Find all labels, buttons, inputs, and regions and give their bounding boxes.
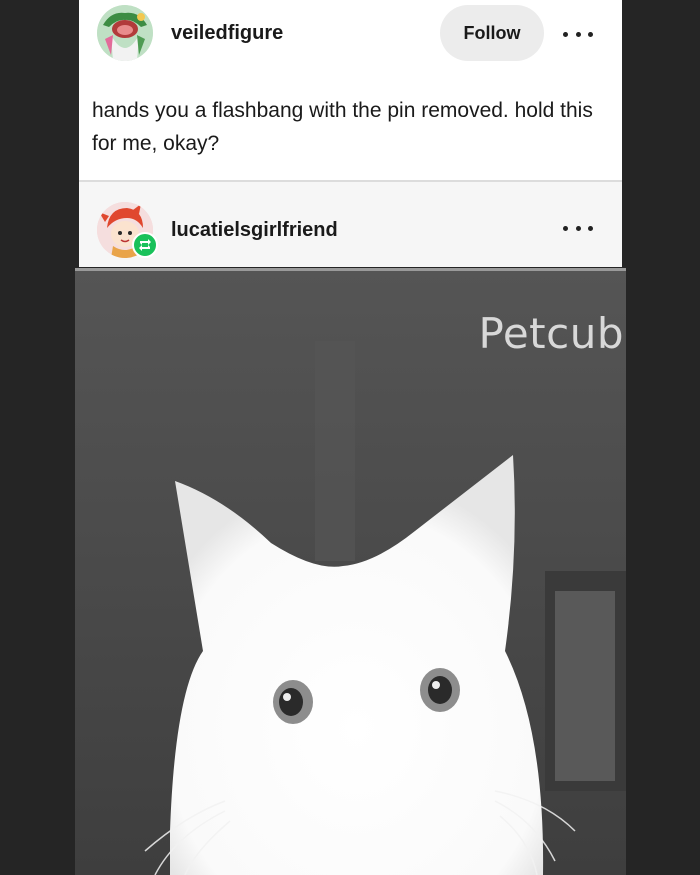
more-options-icon[interactable] <box>563 218 593 238</box>
reblog-header: lucatielsgirlfriend <box>79 180 622 267</box>
more-options-icon[interactable] <box>563 24 593 44</box>
post-header: veiledfigure Follow <box>79 0 622 72</box>
reblogger-username[interactable]: lucatielsgirlfriend <box>171 219 338 242</box>
post-photo[interactable]: Petcub <box>75 271 626 875</box>
author-avatar[interactable] <box>97 5 153 61</box>
author-username[interactable]: veiledfigure <box>171 22 283 45</box>
photo-watermark: Petcub <box>478 309 624 358</box>
reblog-icon <box>132 232 158 258</box>
follow-button[interactable]: Follow <box>440 5 544 61</box>
post-card: veiledfigure Follow hands you a flashban… <box>79 0 622 267</box>
post-text: hands you a flashbang with the pin remov… <box>92 99 593 155</box>
